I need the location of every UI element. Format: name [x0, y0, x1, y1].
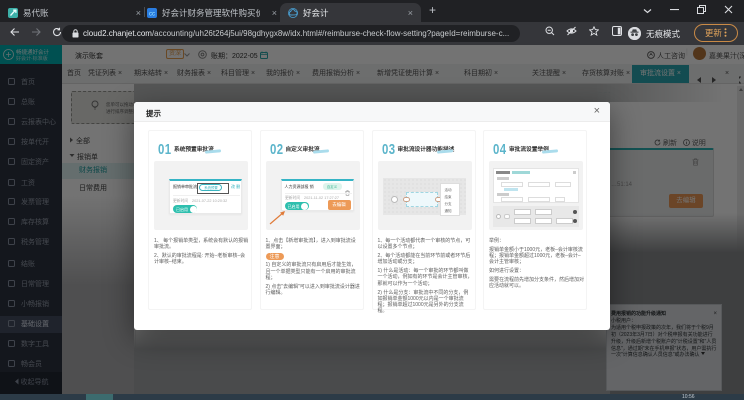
svg-text:cc: cc	[149, 11, 155, 17]
